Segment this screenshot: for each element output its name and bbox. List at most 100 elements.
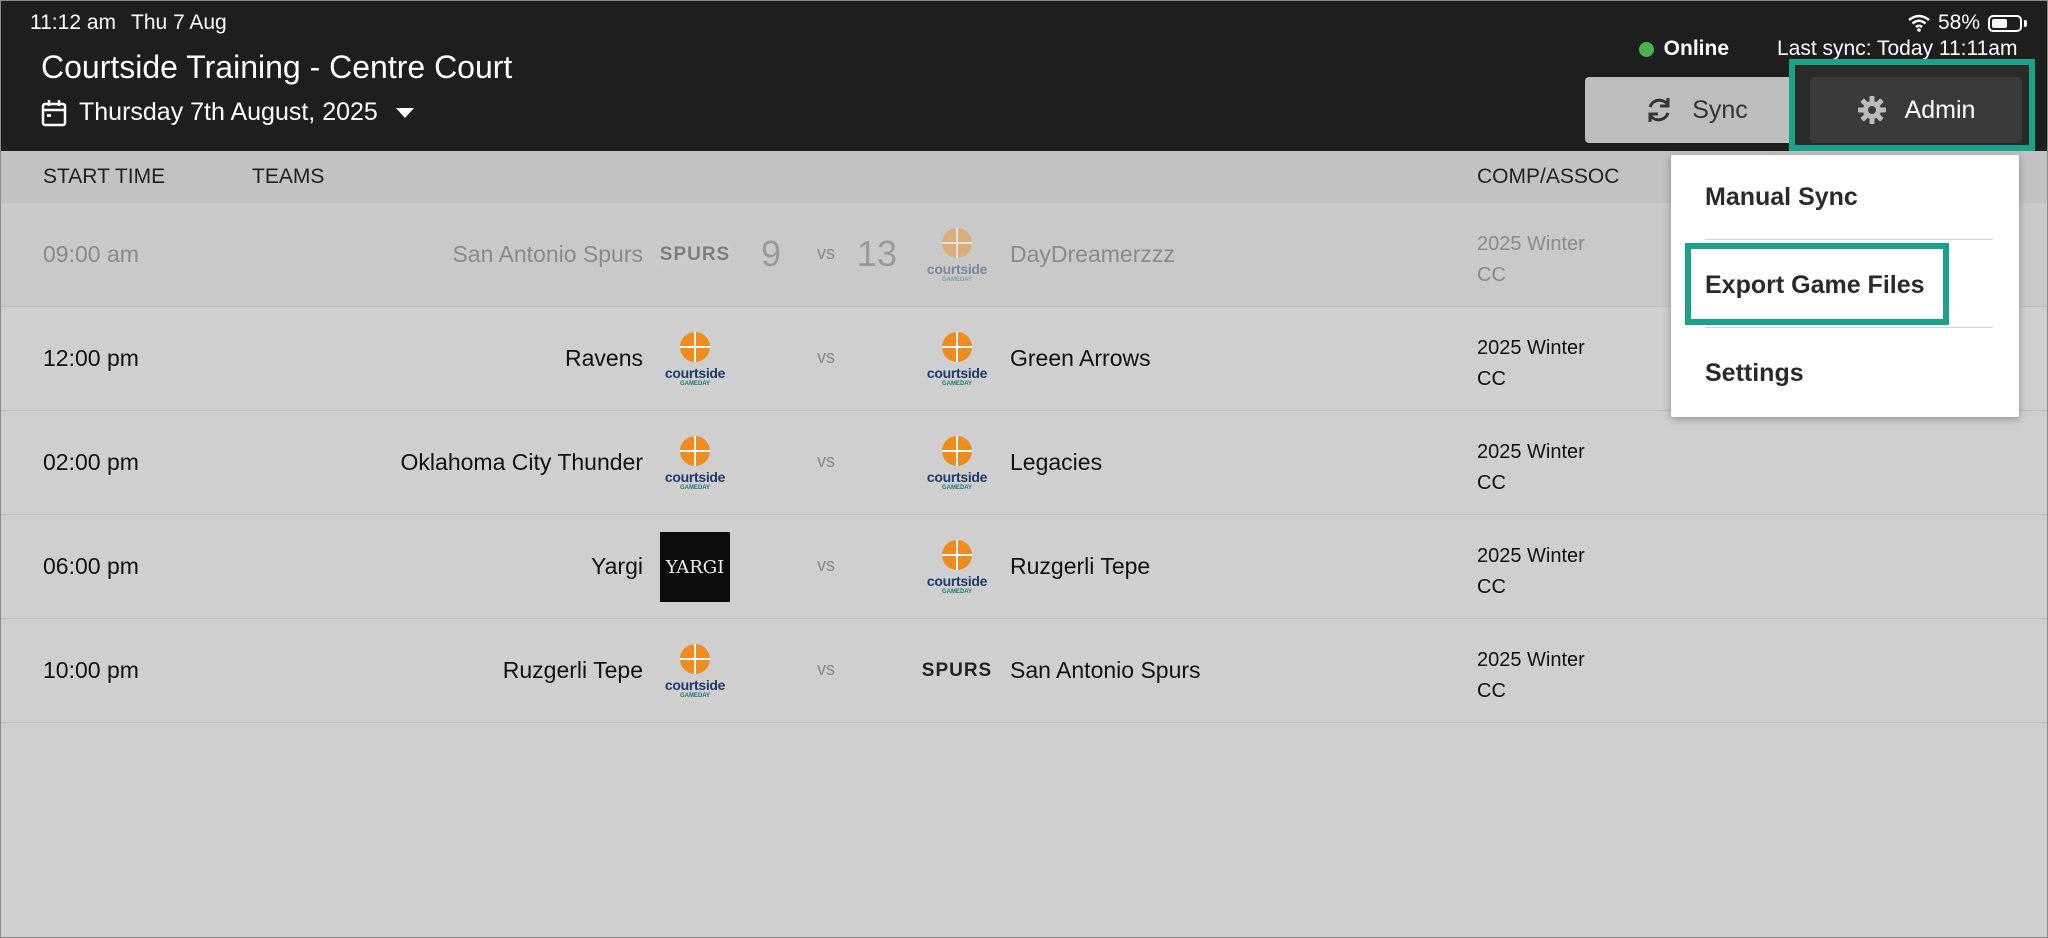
battery-percent: 58% [1937, 11, 1980, 34]
menu-divider [1705, 239, 1993, 240]
home-team-logo: courtside GAMEDAY [660, 324, 730, 394]
vs-label: vs [817, 243, 835, 263]
home-team-logo: courtside GAMEDAY [660, 636, 730, 706]
basketball-icon [942, 227, 972, 258]
comp-assoc: 2025 Winter CC [1477, 437, 1585, 499]
col-start-time: START TIME [43, 165, 166, 188]
away-team: Green Arrows [1010, 345, 1151, 371]
courtside-logo-text: courtside [926, 364, 988, 381]
comp-name: 2025 Winter [1477, 649, 1585, 671]
comp-assoc: 2025 Winter CC [1477, 333, 1585, 395]
away-team: San Antonio Spurs [1010, 657, 1201, 683]
online-dot [1638, 41, 1654, 57]
comp-assoc: 2025 Winter CC [1477, 541, 1585, 603]
game-time: 12:00 pm [43, 345, 139, 371]
home-team: Ruzgerli Tepe [502, 657, 643, 683]
basketball-icon [942, 331, 972, 362]
yargi-logo-text: YARGI [665, 556, 725, 578]
away-team: DayDreamerzzz [1010, 241, 1175, 267]
assoc-name: CC [1477, 368, 1506, 390]
away-team-logo: courtside GAMEDAY [922, 220, 992, 290]
gear-icon [1857, 96, 1886, 124]
export-highlight [1685, 243, 1949, 325]
col-comp-assoc: COMP/ASSOC [1477, 165, 1620, 188]
comp-name: 2025 Winter [1477, 337, 1585, 359]
battery-icon [1988, 14, 2022, 32]
assoc-name: CC [1477, 472, 1506, 494]
spurs-logo-text: SPURS [659, 244, 731, 266]
courtside-logo-text: courtside [926, 260, 988, 277]
game-time: 06:00 pm [43, 553, 139, 579]
chevron-down-icon [395, 107, 414, 118]
gameday-logo-text: GAMEDAY [679, 484, 711, 491]
courtside-logo-text: courtside [664, 676, 726, 693]
game-row[interactable]: 02:00 pm Oklahoma City Thunder courtside… [1, 411, 2047, 515]
gameday-logo-text: GAMEDAY [679, 692, 711, 699]
col-teams: TEAMS [252, 165, 325, 188]
basketball-icon [680, 435, 710, 466]
away-team-logo: courtside GAMEDAY [922, 324, 992, 394]
game-time: 02:00 pm [43, 449, 139, 475]
status-indicators: 58% [1908, 11, 2027, 35]
battery-fill [1992, 18, 2008, 28]
basketball-icon [680, 331, 710, 362]
app-frame: 11:12 am Thu 7 Aug 58% Courtside Trainin… [0, 0, 2048, 938]
game-time: 09:00 am [43, 241, 139, 267]
home-team-logo: SPURS [659, 220, 731, 290]
vs-label: vs [817, 555, 835, 575]
gameday-logo-text: GAMEDAY [941, 588, 973, 595]
vs-label: vs [817, 659, 835, 679]
assoc-name: CC [1477, 264, 1506, 286]
home-team: Yargi [591, 553, 643, 579]
comp-assoc: 2025 Winter CC [1477, 229, 1585, 291]
last-sync-label: Last sync: Today 11:11am [1777, 37, 2018, 60]
home-team-logo: courtside GAMEDAY [660, 428, 730, 498]
comp-name: 2025 Winter [1477, 441, 1585, 463]
away-team: Legacies [1010, 449, 1103, 475]
away-team-logo: SPURS [921, 636, 993, 706]
gameday-logo-text: GAMEDAY [941, 380, 973, 387]
home-score: 9 [761, 233, 782, 274]
assoc-name: CC [1477, 680, 1506, 702]
status-time: 11:12 am [30, 11, 116, 34]
gameday-logo-text: GAMEDAY [679, 380, 711, 387]
courtside-logo-text: courtside [926, 468, 988, 485]
app-header: 11:12 am Thu 7 Aug 58% Courtside Trainin… [1, 1, 2047, 151]
basketball-icon [680, 643, 710, 674]
refresh-icon [1648, 98, 1670, 122]
away-team-logo: courtside GAMEDAY [922, 532, 992, 602]
sync-button[interactable]: Sync [1585, 77, 1807, 143]
sync-label: Sync [1692, 95, 1748, 124]
page-title: Courtside Training - Centre Court [41, 49, 513, 85]
vs-label: vs [817, 451, 835, 471]
wifi-icon [1908, 14, 1930, 32]
away-team-logo: courtside GAMEDAY [922, 428, 992, 498]
courtside-logo-text: courtside [664, 364, 726, 381]
gameday-logo-text: GAMEDAY [941, 484, 973, 491]
comp-assoc: 2025 Winter CC [1477, 645, 1585, 707]
courtside-logo-text: courtside [926, 572, 988, 589]
online-label: Online [1663, 37, 1729, 60]
home-team: San Antonio Spurs [452, 241, 643, 267]
vs-label: vs [817, 347, 835, 367]
basketball-icon [942, 539, 972, 570]
gameday-logo-text: GAMEDAY [941, 276, 973, 283]
admin-button[interactable]: Admin [1810, 77, 2022, 143]
game-row[interactable]: 06:00 pm Yargi YARGI vs courtside GAMEDA… [1, 515, 2047, 619]
battery-cap [2024, 19, 2027, 27]
assoc-name: CC [1477, 576, 1506, 598]
admin-label: Admin [1904, 95, 1976, 124]
calendar-icon [41, 99, 67, 126]
menu-item-settings[interactable]: Settings [1705, 359, 1804, 388]
courtside-logo-text: courtside [664, 468, 726, 485]
game-row[interactable]: 10:00 pm Ruzgerli Tepe courtside GAMEDAY… [1, 619, 2047, 723]
spurs-logo-text: SPURS [921, 660, 993, 682]
home-team: Ravens [565, 345, 643, 371]
date-picker[interactable]: Thursday 7th August, 2025 [41, 98, 414, 127]
online-status: Online [1638, 37, 1729, 61]
home-team-logo: YARGI [660, 532, 730, 602]
menu-item-manual-sync[interactable]: Manual Sync [1705, 183, 1858, 212]
home-team: Oklahoma City Thunder [400, 449, 643, 475]
date-label: Thursday 7th August, 2025 [79, 98, 378, 126]
away-team: Ruzgerli Tepe [1010, 553, 1151, 579]
